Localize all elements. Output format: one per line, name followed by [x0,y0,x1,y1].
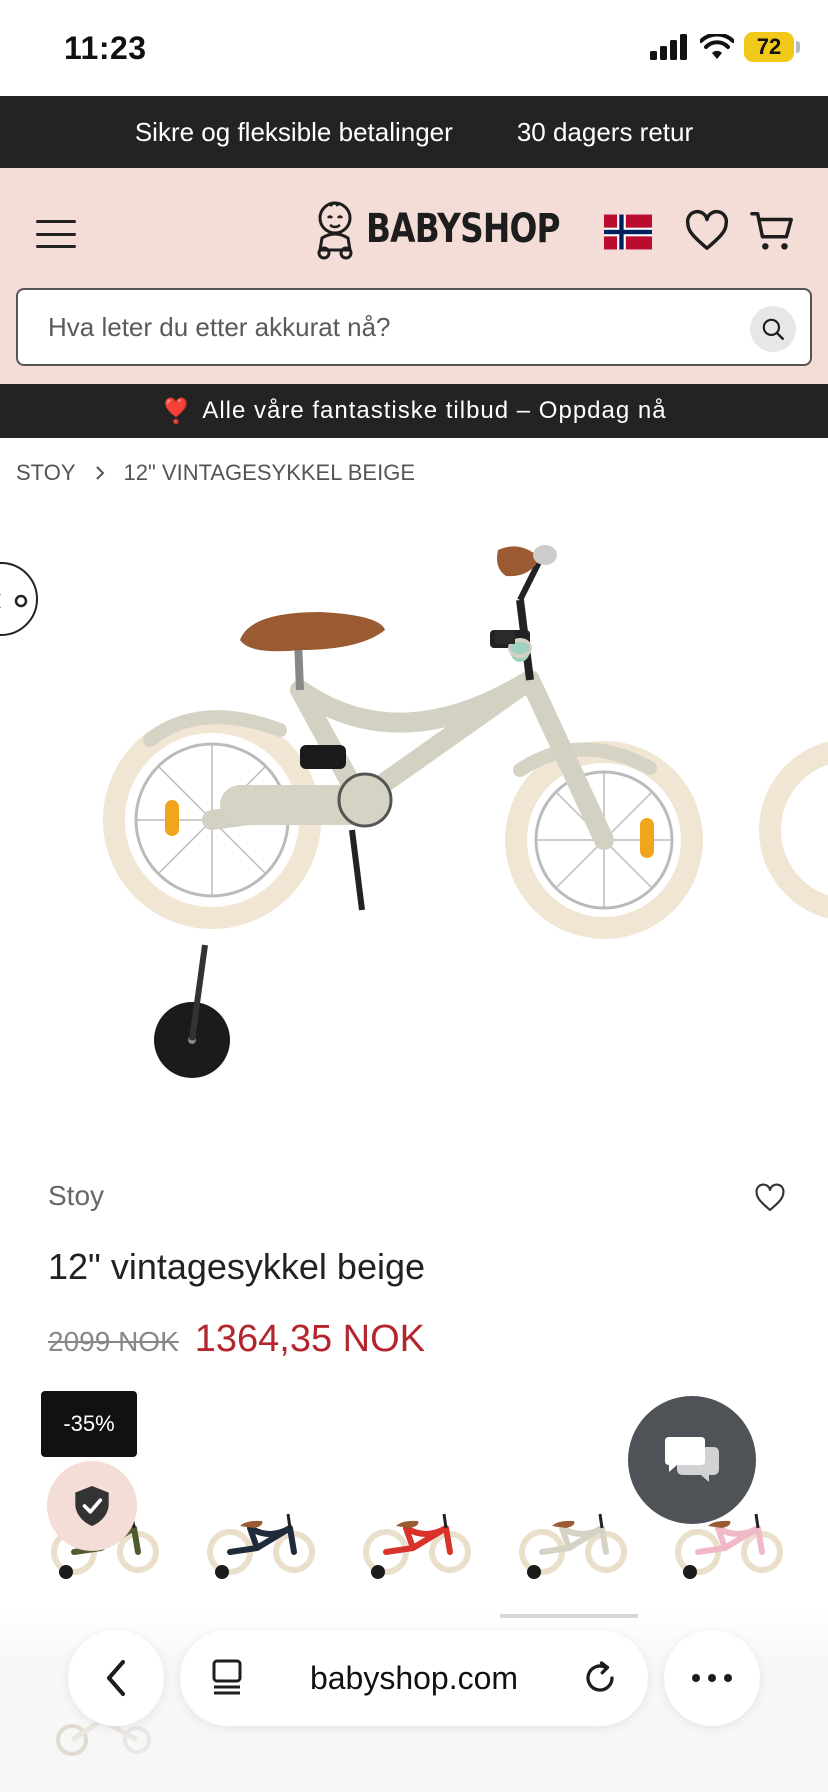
browser-back-button[interactable] [68,1630,164,1726]
variant-thumbnail[interactable] [202,1490,322,1590]
cart-icon[interactable] [750,208,796,254]
360-view-icon[interactable] [0,562,38,636]
status-time: 11:23 [64,30,147,66]
trust-shield-button[interactable] [47,1461,137,1551]
favorite-heart-icon[interactable] [754,1182,786,1214]
variant-thumbnail[interactable] [358,1490,478,1590]
more-dots-icon [692,1674,732,1682]
hamburger-icon [36,220,76,223]
logo-text: BABYSHOP [366,206,561,252]
search-button[interactable] [750,306,796,352]
search-input[interactable] [48,290,728,364]
offers-banner[interactable]: ❣️ Alle våre fantastiske tilbud – Oppdag… [0,384,828,438]
wishlist-heart-icon[interactable] [684,208,730,254]
shield-check-icon [75,1486,109,1526]
breadcrumb-brand[interactable]: STOY [16,460,76,486]
address-bar[interactable]: babyshop.com [180,1630,648,1726]
babyshop-logo[interactable]: BABYSHOP [312,198,602,260]
promo-payments: Sikre og fleksible betalinger [134,116,453,147]
breadcrumb: STOY 12" VINTAGESYKKEL BEIGE [16,460,415,486]
chat-bubbles-icon [665,1437,719,1482]
search-icon [762,318,784,340]
product-image-carousel[interactable] [0,500,828,1140]
promo-returns: 30 dagers retur [516,116,694,147]
heart-exclamation-icon: ❣️ [161,397,193,425]
breadcrumb-product: 12" VINTAGESYKKEL BEIGE [123,460,415,485]
variant-thumbnail[interactable] [514,1490,634,1590]
tab-view-icon[interactable] [210,1659,244,1697]
wifi-icon [700,34,734,59]
url-text: babyshop.com [309,1659,519,1696]
chat-button[interactable] [628,1396,756,1524]
offers-banner-text: Alle våre fantastiske tilbud – Oppdag nå [202,397,667,424]
sale-price: 1364,35 NOK [194,1318,426,1360]
menu-button[interactable] [36,214,76,254]
status-bar: 11:23 72 [0,0,828,96]
original-price: 2099 NOK [48,1326,179,1357]
hamburger-line [36,232,76,236]
cellular-signal-icon [650,34,687,60]
chevron-right-icon [95,466,104,480]
status-icons: 72 [650,32,800,62]
more-options-button[interactable] [664,1630,760,1726]
bicycle-product-image [103,545,828,1078]
product-prices: 2099 NOK 1364,35 NOK [48,1318,425,1361]
chevron-left-icon [107,1660,125,1696]
norway-flag-icon[interactable] [604,214,652,250]
site-header: BABYSHOP [0,168,828,384]
hamburger-line [36,245,76,248]
battery-indicator: 72 [744,32,800,62]
promo-bar: Sikre og fleksible betalinger 30 dagers … [0,96,828,168]
discount-badge: -35% [41,1391,137,1457]
search-box [16,288,812,366]
reload-icon[interactable] [582,1660,618,1696]
baby-logo-icon [317,201,353,260]
product-title: 12" vintagesykkel beige [48,1246,426,1287]
product-brand[interactable]: Stoy [48,1180,104,1212]
